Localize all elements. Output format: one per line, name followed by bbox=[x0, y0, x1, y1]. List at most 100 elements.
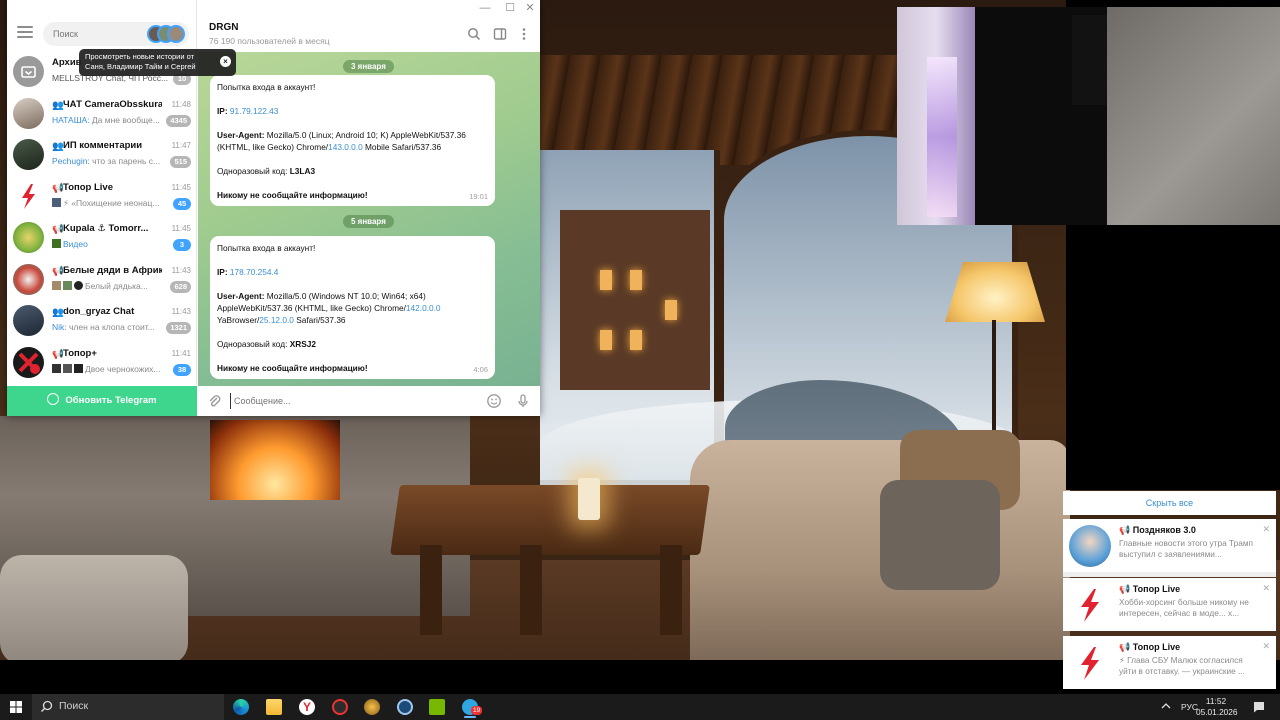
sidebar-toggle-icon[interactable] bbox=[493, 27, 507, 41]
chat-preview: Nik: член на клопа стоит... bbox=[52, 322, 155, 332]
warning-text: Никому не сообщайте информацию! bbox=[217, 363, 368, 373]
tray-overflow-icon[interactable] bbox=[1160, 701, 1172, 720]
message-line: Попытка входа в аккаунт! bbox=[217, 243, 316, 253]
notification-title: 📢 Поздняков 3.0 bbox=[1119, 525, 1196, 535]
ip-link[interactable]: 178.70.254.4 bbox=[230, 267, 278, 277]
video-overlay[interactable] bbox=[897, 7, 1280, 225]
notification-card[interactable]: 📢 Топор Live Хобби-хорсинг больше никому… bbox=[1063, 578, 1276, 631]
story-avatar[interactable] bbox=[167, 25, 185, 43]
menu-icon[interactable] bbox=[17, 26, 33, 40]
chat-item-belye-dyadi[interactable]: 📢Белые дяди в Африке... 11:43 Белый дядь… bbox=[7, 260, 197, 302]
taskbar-search[interactable]: Поиск bbox=[32, 694, 224, 720]
wow-app[interactable] bbox=[357, 696, 387, 718]
message-bubble[interactable]: Попытка входа в аккаунт! IP: 91.79.122.4… bbox=[210, 75, 495, 206]
one-time-code: L3LA3 bbox=[289, 166, 316, 176]
notification-card[interactable]: 📢 Топор Live ⚡ Глава СБУ Малюк согласилс… bbox=[1063, 636, 1276, 689]
yandex-app[interactable]: Y bbox=[292, 696, 322, 718]
lightning-logo-icon bbox=[1069, 642, 1111, 684]
one-time-code: XRSJ2 bbox=[289, 339, 316, 349]
chat-preview: Pechugin: что за парень с... bbox=[52, 156, 161, 166]
chat-item-ip-comments[interactable]: 👥ИП комментарии 11:47 Pechugin: что за п… bbox=[7, 135, 197, 177]
emoji-icon[interactable] bbox=[486, 393, 502, 409]
unread-badge: 45 bbox=[173, 197, 191, 210]
avatar bbox=[13, 305, 44, 336]
channel-icon: 📢 bbox=[52, 348, 64, 359]
unread-badge: 1321 bbox=[166, 322, 191, 334]
channel-icon: 📢 bbox=[52, 265, 64, 276]
taskbar: Поиск Y 19 РУС 11:52 05.01.2026 bbox=[0, 694, 1280, 720]
channel-icon: 📢 bbox=[1119, 525, 1133, 535]
media-thumb-icon bbox=[52, 197, 61, 207]
message-time: 4:06 bbox=[473, 365, 488, 374]
version-link[interactable]: 143.0.0.0 bbox=[328, 142, 363, 152]
attach-icon[interactable] bbox=[206, 393, 222, 409]
avatar bbox=[13, 346, 44, 378]
chat-item-kupala[interactable]: 📢Kupala ⚓ Tomorr... 11:45 Видео 3 bbox=[7, 218, 197, 260]
message-time: 19:01 bbox=[469, 192, 488, 201]
chat-title: DRGN bbox=[209, 22, 239, 33]
ip-link[interactable]: 91.79.122.43 bbox=[230, 106, 278, 116]
chat-time: 11:43 bbox=[171, 265, 191, 275]
chat-name: 📢Топор Live bbox=[52, 181, 114, 193]
version-link[interactable]: 142.0.0.0 bbox=[406, 303, 441, 313]
chat-item-topor-plus[interactable]: 📢Топор+ 11:41 Двое чернокожих... 38 bbox=[7, 343, 197, 385]
notification-card[interactable]: 📢 Поздняков 3.0 Главные новости этого ут… bbox=[1063, 519, 1276, 572]
wallpaper-house bbox=[560, 210, 710, 390]
chat-item-camera-obsskura[interactable]: 👥ЧАТ CameraObsskura 11:48 НАТАША: Да мне… bbox=[7, 94, 197, 136]
notification-center-icon[interactable] bbox=[1252, 700, 1266, 720]
explorer-app[interactable] bbox=[259, 696, 289, 718]
nvidia-icon bbox=[429, 699, 445, 715]
close-icon[interactable]: ✕ bbox=[1262, 524, 1270, 535]
close-window-icon[interactable]: ✕ bbox=[515, 1, 540, 15]
avatar bbox=[13, 139, 44, 170]
update-telegram-button[interactable]: Обновить Telegram bbox=[7, 386, 197, 416]
chat-list: Архив MELLSTROY Chat, ЧП Росс... 10 👥ЧАТ… bbox=[7, 52, 197, 384]
unread-badge: 38 bbox=[173, 363, 191, 376]
search-box[interactable] bbox=[43, 22, 189, 46]
start-button[interactable] bbox=[0, 694, 32, 720]
avatar bbox=[13, 97, 44, 129]
record-icon bbox=[332, 699, 348, 715]
clock[interactable]: 11:52 05.01.2026 bbox=[1196, 696, 1238, 717]
chat-item-don-gryaz[interactable]: 👥don_gryaz Chat 11:43 Nik: член на клопа… bbox=[7, 301, 197, 343]
message-area[interactable]: 3 января Попытка входа в аккаунт! IP: 91… bbox=[198, 52, 540, 386]
folder-icon bbox=[266, 699, 282, 715]
edge-icon bbox=[233, 699, 249, 715]
chat-subtitle: 76 190 пользователей в месяц bbox=[209, 36, 330, 46]
chat-header[interactable]: DRGN 76 190 пользователей в месяц bbox=[198, 16, 540, 52]
telegram-app[interactable]: 19 bbox=[455, 696, 485, 718]
notification-title: 📢 Топор Live bbox=[1119, 642, 1181, 652]
close-icon[interactable]: × bbox=[220, 56, 231, 67]
microphone-icon[interactable] bbox=[515, 393, 531, 409]
chat-item-topor-live[interactable]: 📢Топор Live 11:45 ⚡ «Похищение неонац...… bbox=[7, 177, 197, 219]
nvidia-app[interactable] bbox=[422, 696, 452, 718]
channel-icon: 📢 bbox=[52, 182, 64, 193]
chat-time: 11:45 bbox=[171, 224, 191, 233]
close-icon[interactable]: ✕ bbox=[1262, 583, 1270, 594]
stories-avatars[interactable] bbox=[147, 25, 187, 43]
search-icon[interactable] bbox=[467, 27, 481, 41]
steam-app[interactable] bbox=[390, 696, 420, 718]
message-input[interactable] bbox=[230, 393, 460, 409]
chat-name: 📢Kupala ⚓ Tomorr... bbox=[52, 223, 149, 234]
message-bubble[interactable]: Попытка входа в аккаунт! IP: 178.70.254.… bbox=[210, 236, 495, 379]
chat-name: 📢Топор+ bbox=[52, 347, 97, 359]
version-link[interactable]: 25.12.0.0 bbox=[259, 315, 294, 325]
search-input[interactable] bbox=[53, 26, 143, 42]
channel-icon: 📢 bbox=[1119, 642, 1133, 652]
chat-time: 11:41 bbox=[171, 348, 191, 358]
stories-tooltip: Просмотреть новые истории от Саня, Влади… bbox=[79, 49, 236, 76]
close-icon[interactable]: ✕ bbox=[1262, 641, 1270, 652]
group-icon: 👥 bbox=[52, 141, 64, 151]
hide-all-notifications-button[interactable]: Скрыть все bbox=[1063, 491, 1276, 515]
media-thumb-icon bbox=[74, 280, 83, 290]
avatar bbox=[1069, 525, 1111, 567]
media-thumb-icon bbox=[52, 363, 61, 373]
more-icon[interactable] bbox=[517, 27, 531, 41]
obs-app[interactable] bbox=[325, 696, 355, 718]
edge-app[interactable] bbox=[226, 696, 256, 718]
notification-text: ⚡ Глава СБУ Малюк согласился уйти в отст… bbox=[1119, 655, 1245, 676]
window-titlebar: — ☐ ✕ bbox=[198, 0, 540, 16]
refresh-icon bbox=[47, 393, 60, 405]
unread-badge: 4345 bbox=[166, 114, 191, 127]
